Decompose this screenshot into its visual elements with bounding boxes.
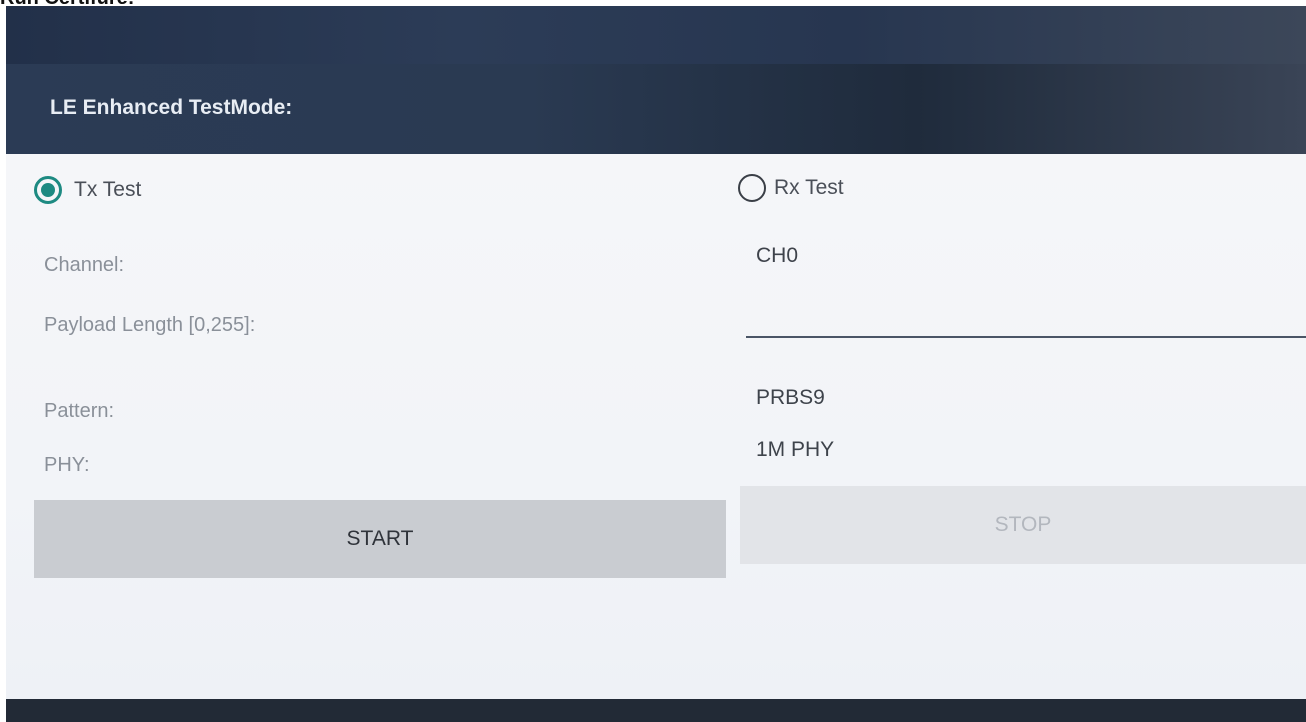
pattern-label: Pattern: bbox=[44, 400, 115, 422]
phy-label: PHY: bbox=[44, 454, 90, 476]
dialog-title: LE Enhanced TestMode: bbox=[50, 96, 293, 119]
payload-length-label: Payload Length [0,255]: bbox=[44, 314, 256, 336]
rx-test-radio[interactable]: Rx Test bbox=[738, 174, 844, 202]
stop-button[interactable]: STOP bbox=[740, 486, 1306, 564]
channel-label: Channel: bbox=[44, 254, 125, 276]
tx-test-label: Tx Test bbox=[74, 178, 142, 201]
tx-test-radio[interactable]: Tx Test bbox=[34, 176, 141, 204]
pattern-select[interactable]: PRBS9 bbox=[756, 386, 825, 410]
device-screen: LE Enhanced TestMode: Tx Test Rx Test Ch… bbox=[6, 6, 1306, 722]
channel-select[interactable]: CH0 bbox=[756, 244, 798, 268]
payload-length-input[interactable] bbox=[746, 300, 1306, 338]
start-button[interactable]: START bbox=[34, 500, 726, 578]
dialog-title-bar: LE Enhanced TestMode: bbox=[6, 6, 1306, 154]
screen-bottom-edge bbox=[6, 699, 1306, 722]
radio-selected-icon bbox=[34, 176, 62, 204]
test-mode-panel: Tx Test Rx Test Channel: CH0 Payload Len… bbox=[6, 154, 1306, 699]
radio-unselected-icon bbox=[738, 174, 766, 202]
rx-test-label: Rx Test bbox=[774, 176, 844, 199]
phy-select[interactable]: 1M PHY bbox=[756, 438, 834, 462]
title-bar-top-strip bbox=[6, 6, 1306, 64]
